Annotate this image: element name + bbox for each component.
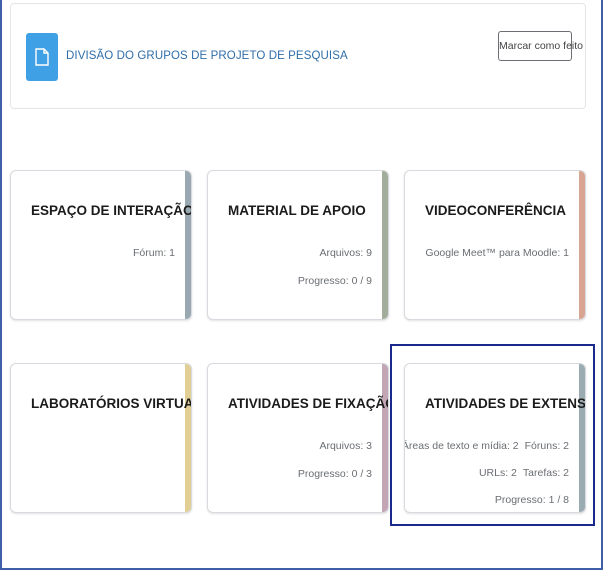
activity-item: DIVISÃO DO GRUPOS DE PROJETO DE PESQUISA… <box>10 3 586 109</box>
card-stat-tarefas: Tarefas: 2 <box>522 467 569 479</box>
card-progress: Progresso: 1 / 8 <box>494 494 569 506</box>
section-card-laboratorios-virtuais[interactable]: LABORATÓRIOS VIRTUAIS <box>10 363 192 513</box>
card-accent <box>579 364 585 512</box>
card-accent <box>382 364 388 512</box>
activity-link[interactable]: DIVISÃO DO GRUPOS DE PROJETO DE PESQUISA <box>66 50 348 62</box>
section-card-atividades-extensao[interactable]: ATIVIDADES DE EXTENSÃO Áreas de texto e … <box>404 363 586 513</box>
card-accent <box>185 171 191 319</box>
card-progress: Progresso: 0 / 9 <box>297 275 372 287</box>
section-card-videoconferencia[interactable]: VIDEOCONFERÊNCIA Google Meet™ para Moodl… <box>404 170 586 320</box>
card-title: ATIVIDADES DE EXTENSÃO <box>425 396 586 411</box>
card-stat-areas-texto: Áreas de texto e mídia: 2 <box>404 440 519 452</box>
card-title: MATERIAL DE APOIO <box>228 203 366 218</box>
card-title: ATIVIDADES DE FIXAÇÃO <box>228 396 389 411</box>
file-icon <box>26 33 58 81</box>
card-accent <box>382 171 388 319</box>
frame-border-left <box>0 0 2 570</box>
card-progress: Progresso: 0 / 3 <box>297 468 372 480</box>
section-card-atividades-fixacao[interactable]: ATIVIDADES DE FIXAÇÃO Arquivos: 3 Progre… <box>207 363 389 513</box>
card-stat-forum: Fórum: 1 <box>132 247 175 259</box>
card-stat-arquivos: Arquivos: 9 <box>319 247 372 259</box>
card-title: VIDEOCONFERÊNCIA <box>425 203 567 218</box>
card-stat-foruns: Fóruns: 2 <box>524 440 569 452</box>
mark-as-done-button[interactable]: Marcar como feito <box>498 31 583 61</box>
card-title: LABORATÓRIOS VIRTUAIS <box>31 396 192 411</box>
card-accent <box>579 171 585 319</box>
card-accent <box>185 364 191 512</box>
section-card-material-apoio[interactable]: MATERIAL DE APOIO Arquivos: 9 Progresso:… <box>207 170 389 320</box>
section-card-espaco-interacao[interactable]: ESPAÇO DE INTERAÇÃO Fórum: 1 <box>10 170 192 320</box>
card-stat-google-meet: Google Meet™ para Moodle: 1 <box>425 247 569 259</box>
card-stat-row: URLs: 2 Tarefas: 2 <box>479 467 569 479</box>
card-stat-urls: URLs: 2 <box>478 467 517 479</box>
card-title: ESPAÇO DE INTERAÇÃO <box>31 203 192 218</box>
card-stat-arquivos: Arquivos: 3 <box>319 440 372 452</box>
card-stat-row: Áreas de texto e mídia: 2 Fóruns: 2 <box>404 440 569 452</box>
